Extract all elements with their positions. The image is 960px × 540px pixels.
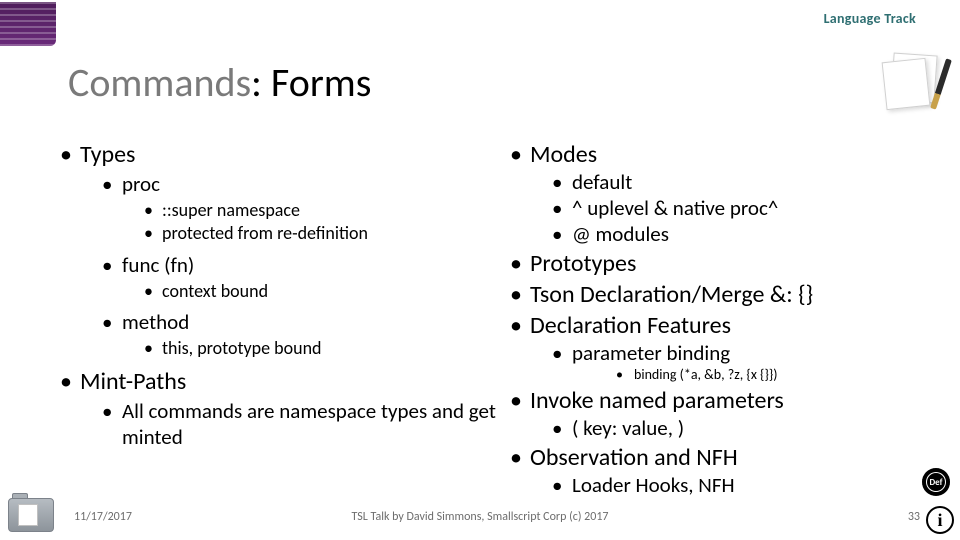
corner-logo [0, 2, 56, 46]
def-badge-icon: Def [922, 468, 950, 496]
binding-detail: binding (*a, &b, ?z, {x {}}) [616, 366, 940, 384]
title-dark: Forms [271, 58, 371, 107]
proc-sub-1: ::super namespace [144, 199, 500, 222]
title-light: Commands [68, 58, 251, 107]
types-func: func (fn) context bound [102, 252, 500, 303]
footer-attribution: TSL Talk by David Simmons, Smallscript C… [0, 510, 960, 524]
declaration-features-heading: Declaration Features parameter binding b… [510, 311, 940, 384]
mintpaths-item: All commands are namespace types and get… [102, 398, 500, 450]
modes-uplevel: ^ uplevel & native proc^ [552, 195, 940, 221]
modes-heading: Modes default ^ uplevel & native proc^ @… [510, 140, 940, 247]
track-label: Language Track [824, 10, 916, 27]
types-method: method this, prototype bound [102, 309, 500, 360]
method-sub-1: this, prototype bound [144, 337, 500, 360]
modes-modules: @ modules [552, 221, 940, 247]
paper-pen-icon [880, 54, 950, 112]
info-icon: i [926, 506, 954, 534]
param-binding: parameter binding binding (*a, &b, ?z, {… [552, 340, 940, 384]
proc-sub-2: protected from re-definition [144, 222, 500, 245]
prototypes-heading: Prototypes [510, 249, 940, 278]
observation-item: Loader Hooks, NFH [552, 472, 940, 498]
types-proc: proc ::super namespace protected from re… [102, 171, 500, 246]
modes-default: default [552, 169, 940, 195]
page-number: 33 [908, 510, 920, 524]
invoke-item: ( key: value, ) [552, 415, 940, 441]
mintpaths-heading: Mint-Paths All commands are namespace ty… [60, 367, 500, 450]
invoke-heading: Invoke named parameters ( key: value, ) [510, 386, 940, 441]
tson-heading: Tson Declaration/Merge &: {} [510, 280, 940, 309]
types-heading: Types proc ::super namespace protected f… [60, 140, 500, 361]
title-sep: : [251, 58, 271, 107]
page-title: Commands: Forms [68, 58, 371, 107]
func-sub-1: context bound [144, 280, 500, 303]
observation-heading: Observation and NFH Loader Hooks, NFH [510, 443, 940, 498]
